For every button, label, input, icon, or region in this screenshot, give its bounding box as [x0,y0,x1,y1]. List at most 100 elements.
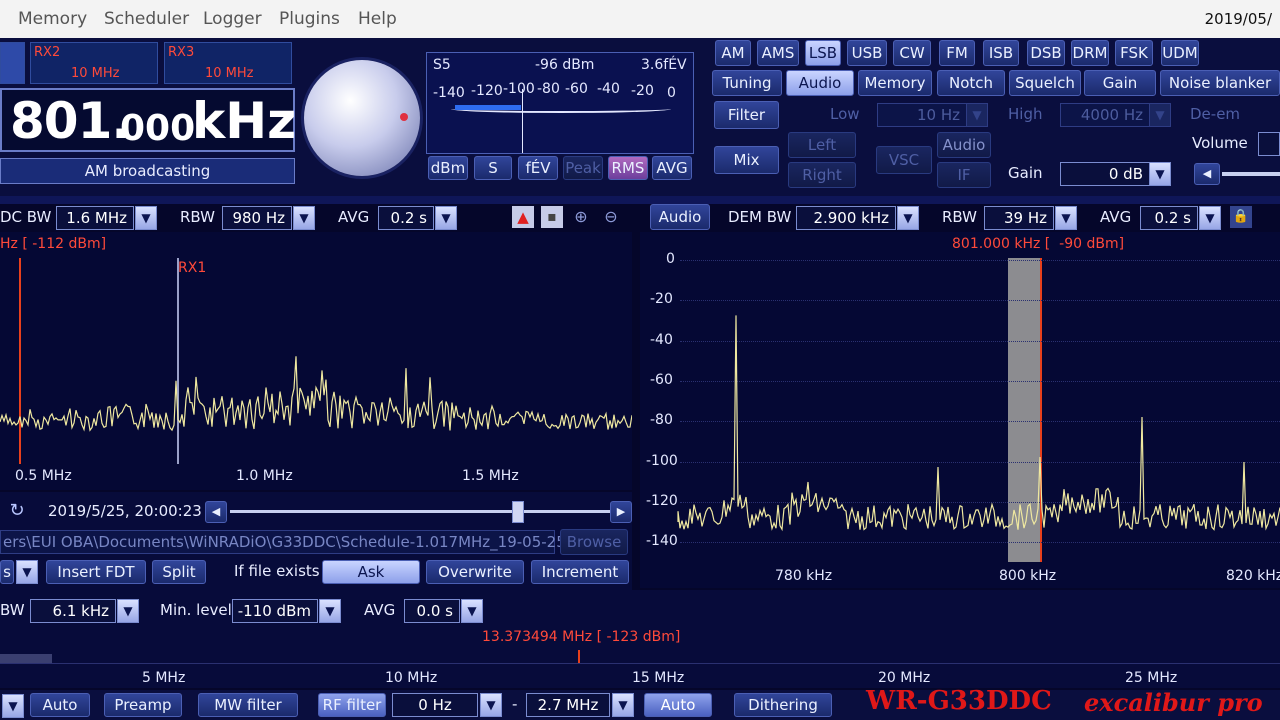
wb-bw-field[interactable]: 6.1 kHz [30,599,116,623]
rf-to-field[interactable]: 2.7 MHz [526,693,610,717]
dem-rbw-field[interactable]: 39 Hz [984,206,1054,230]
peak-marker-icon[interactable]: ▲ [512,206,534,228]
menu-memory[interactable]: Memory [18,9,87,29]
tab-notch[interactable]: Notch [937,70,1005,96]
rx1-tab[interactable] [0,42,25,84]
ask-button[interactable]: Ask [322,560,420,584]
seek-forward-button[interactable]: ▶ [610,501,632,523]
mode-isb-button[interactable]: ISB [983,40,1019,66]
lock-icon[interactable]: 🔒 [1230,206,1252,228]
high-field[interactable]: 4000 Hz [1060,103,1150,127]
tab-audio[interactable]: Audio [786,70,854,96]
seek-back-button[interactable]: ◀ [205,501,227,523]
rx2-tab[interactable]: RX2 10 MHz [30,42,158,84]
demod-audio-button[interactable]: Audio [650,204,710,230]
vsc-button[interactable]: VSC [876,146,932,174]
wb-avg-field[interactable]: 0.0 s [404,599,460,623]
gain-field[interactable]: 0 dB [1060,162,1150,186]
mode-drm-button[interactable]: DRM [1071,40,1109,66]
split-button[interactable]: Split [152,560,206,584]
smeter-dbm-button[interactable]: dBm [428,156,468,180]
smeter-rms-button[interactable]: RMS [608,156,648,180]
dithering-button[interactable]: Dithering [734,693,832,717]
menu-plugins[interactable]: Plugins [279,9,340,29]
ddc-avg-field[interactable]: 0.2 s [378,206,434,230]
filter-button[interactable]: Filter [714,101,779,129]
refresh-icon[interactable]: ↻ [4,500,30,522]
mode-fm-button[interactable]: FM [939,40,975,66]
tab-squelch[interactable]: Squelch [1009,70,1081,96]
browse-button[interactable]: Browse [560,529,628,555]
auto-button-2[interactable]: Auto [644,693,712,717]
tab-memory[interactable]: Memory [858,70,932,96]
dem-bw-dropdown[interactable]: ▼ [897,206,919,230]
ddc-rbw-dropdown[interactable]: ▼ [293,206,315,230]
right-button[interactable]: Right [788,162,856,188]
zoom-out-icon[interactable]: ⊖ [600,206,622,228]
insert-fdt-button[interactable]: Insert FDT [46,560,146,584]
auto-button-1[interactable]: Auto [30,693,90,717]
tab-tuning[interactable]: Tuning [712,70,782,96]
mode-cw-button[interactable]: CW [893,40,931,66]
mode-usb-button[interactable]: USB [847,40,887,66]
dem-bw-field[interactable]: 2.900 kHz [796,206,896,230]
left-button[interactable]: Left [788,132,856,158]
rf-from-dropdown[interactable]: ▼ [480,693,502,717]
demod-spectrum-panel[interactable]: 801.000 kHz [ -90 dBm] 0 -20 -40 -60 -80 -100… [640,232,1280,588]
overwrite-button[interactable]: Overwrite [426,560,524,584]
ddc-rbw-field[interactable]: 980 Hz [222,206,292,230]
tuning-knob[interactable] [304,60,420,176]
if-src-button[interactable]: IF [937,162,991,188]
smeter-peak-button[interactable]: Peak [563,156,603,180]
menu-logger[interactable]: Logger [203,9,262,29]
high-dropdown[interactable]: ▼ [1149,103,1171,127]
wb-bw-dropdown[interactable]: ▼ [117,599,139,623]
rf-to-dropdown[interactable]: ▼ [612,693,634,717]
mode-am-button[interactable]: AM [715,40,751,66]
ddc-bw-dropdown[interactable]: ▼ [135,206,157,230]
options-button[interactable]: s [0,560,14,584]
save-icon[interactable]: ▪ [541,206,563,228]
options-dropdown[interactable]: ▼ [16,560,38,584]
smeter-s-button[interactable]: S [474,156,512,180]
ddc-bw-field[interactable]: 1.6 MHz [56,206,134,230]
tab-noise-blanker[interactable]: Noise blanker [1160,70,1280,96]
zoom-in-icon[interactable]: ⊕ [570,206,592,228]
preamp-button[interactable]: Preamp [104,693,182,717]
smeter-avg-button[interactable]: AVG [652,156,692,180]
increment-button[interactable]: Increment [531,560,629,584]
wb-avg-dropdown[interactable]: ▼ [461,599,483,623]
low-field[interactable]: 10 Hz [877,103,967,127]
dem-avg-dropdown[interactable]: ▼ [1199,206,1221,230]
ddc-spectrum-panel[interactable]: Hz [ -112 dBm] RX1 0.5 MHz 1.0 MHz 1.5 M… [0,232,632,490]
min-level-dropdown[interactable]: ▼ [319,599,341,623]
volume-left-arrow[interactable]: ◀ [1194,163,1220,185]
menu-help[interactable]: Help [358,9,397,29]
seek-track[interactable] [230,510,610,513]
mode-ams-button[interactable]: AMS [757,40,799,66]
bottom-dropdown[interactable]: ▼ [2,694,24,718]
mode-lsb-button[interactable]: LSB [805,40,841,66]
rf-from-field[interactable]: 0 Hz [392,693,478,717]
audio-src-button[interactable]: Audio [937,132,991,158]
mode-dsb-button[interactable]: DSB [1027,40,1065,66]
mode-fsk-button[interactable]: FSK [1115,40,1153,66]
gain-dropdown[interactable]: ▼ [1149,162,1171,186]
mode-udm-button[interactable]: UDM [1161,40,1199,66]
mix-button[interactable]: Mix [714,146,779,174]
file-path-field[interactable]: ers\EUI OBA\Documents\WiNRADiO\G33DDC\Sc… [0,530,573,554]
low-dropdown[interactable]: ▼ [966,103,988,127]
ddc-avg-dropdown[interactable]: ▼ [435,206,457,230]
seek-thumb[interactable] [512,501,524,523]
tab-gain[interactable]: Gain [1084,70,1156,96]
frequency-display[interactable]: 801. 000 kHz [0,88,296,152]
dem-avg-field[interactable]: 0.2 s [1140,206,1198,230]
volume-slider[interactable] [1222,172,1280,176]
rf-filter-button[interactable]: RF filter [318,693,386,717]
dem-rbw-dropdown[interactable]: ▼ [1055,206,1077,230]
mw-filter-button[interactable]: MW filter [198,693,298,717]
volume-field[interactable] [1258,132,1280,156]
rx3-tab[interactable]: RX3 10 MHz [164,42,292,84]
smeter-fev-button[interactable]: fÉV [518,156,558,180]
min-level-field[interactable]: -110 dBm [232,599,318,623]
